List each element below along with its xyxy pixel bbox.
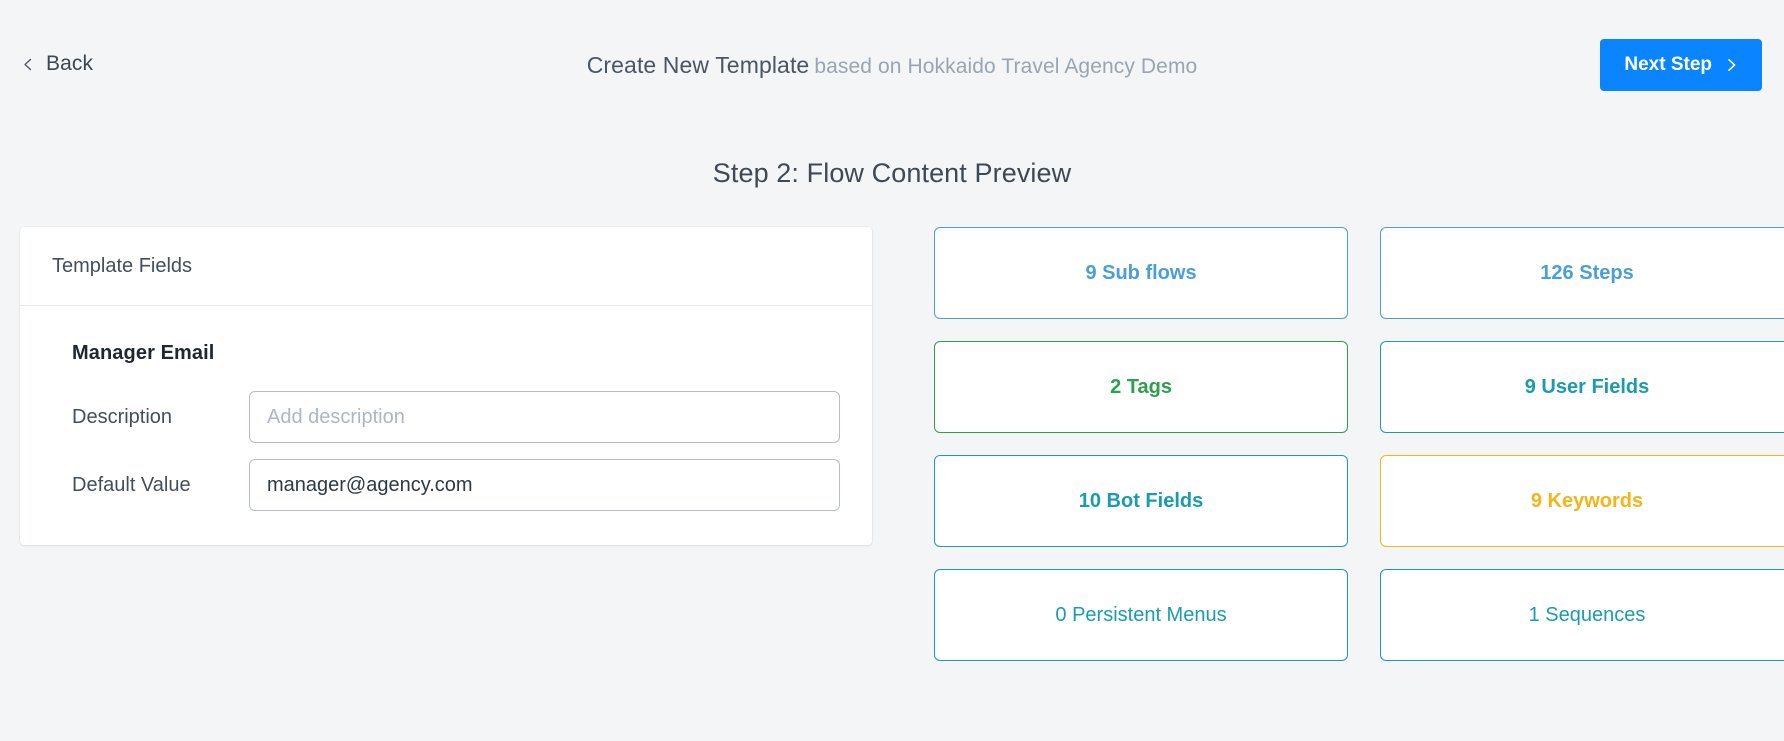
stat-label: 1 Sequences (1528, 603, 1646, 626)
next-step-label: Next Step (1624, 54, 1712, 75)
template-fields-card: Template Fields Manager Email Descriptio… (20, 227, 872, 545)
step-heading: Step 2: Flow Content Preview (712, 158, 1072, 188)
field-row-description: Description (52, 391, 840, 443)
stat-box-persistent-menus[interactable]: 0 Persistent Menus (934, 569, 1348, 661)
stat-label: 10 Bot Fields (1078, 489, 1204, 512)
stat-box-tags[interactable]: 2 Tags (934, 341, 1348, 433)
stat-label: 0 Persistent Menus (1055, 603, 1227, 626)
flow-content-stats-grid: 9 Sub flows 126 Steps 2 Tags 9 User Fiel… (934, 227, 1784, 661)
page-title-main: Create New Template (586, 52, 810, 78)
stat-label: 126 Steps (1540, 261, 1634, 284)
field-row-default-value: Default Value (52, 459, 840, 511)
stat-box-sequences[interactable]: 1 Sequences (1380, 569, 1784, 661)
chevron-right-icon (1725, 58, 1738, 72)
template-fields-card-title: Template Fields (20, 227, 872, 306)
stat-box-steps[interactable]: 126 Steps (1380, 227, 1784, 319)
stat-box-sub-flows[interactable]: 9 Sub flows (934, 227, 1348, 319)
stat-label: 2 Tags (1110, 375, 1172, 398)
default-value-label: Default Value (72, 473, 191, 496)
top-bar: Back Create New Template based on Hokkaid… (0, 0, 1784, 128)
description-label: Description (72, 405, 173, 428)
template-fields-card-body: Manager Email Description Default Value (20, 306, 872, 545)
stat-box-user-fields[interactable]: 9 User Fields (1380, 341, 1784, 433)
main-content: Template Fields Manager Email Descriptio… (0, 227, 1784, 661)
stat-box-bot-fields[interactable]: 10 Bot Fields (934, 455, 1348, 547)
default-value-input[interactable] (249, 459, 840, 511)
stat-label: 9 User Fields (1524, 375, 1650, 398)
field-group-title: Manager Email (72, 342, 215, 364)
stat-box-keywords[interactable]: 9 Keywords (1380, 455, 1784, 547)
stat-label: 9 Keywords (1530, 489, 1644, 512)
stat-label: 9 Sub flows (1085, 261, 1197, 284)
page-title: Create New Template based on Hokkaido Tra… (0, 52, 1784, 79)
page-title-subtitle: based on Hokkaido Travel Agency Demo (814, 55, 1198, 78)
next-step-button[interactable]: Next Step (1600, 39, 1762, 91)
description-input[interactable] (249, 391, 840, 443)
